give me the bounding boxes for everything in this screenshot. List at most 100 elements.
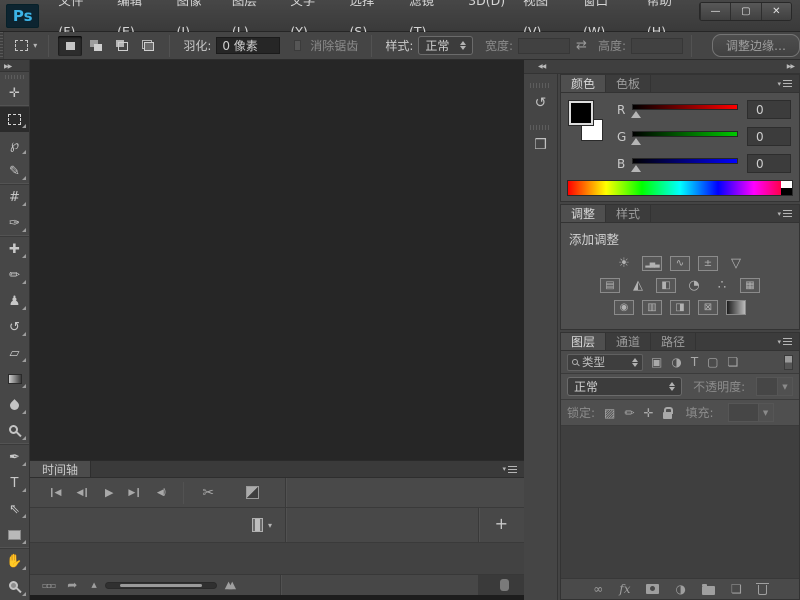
zoom-tool[interactable] [0,574,29,600]
panel-tab[interactable]: 颜色 [561,75,606,92]
audio[interactable]: ◀) [157,488,165,498]
type-tool[interactable]: T [0,470,29,496]
previous-frame[interactable]: ◀❙ [76,488,88,498]
width-input[interactable] [518,38,570,54]
pen-tool[interactable]: ✒ [0,444,29,470]
eyedropper-tool[interactable]: ✑ [0,210,29,236]
panel-menu-icon[interactable] [495,461,524,477]
brightness-contrast[interactable]: ☀ [614,256,634,271]
lock-position[interactable]: ✛ [643,406,653,420]
timeline-zoom-out-icon[interactable]: ▲ [91,581,96,589]
play[interactable]: ▶ [105,486,112,499]
fill-combo[interactable]: ▼ [728,403,774,422]
timeline-zoom-slider[interactable] [105,582,217,589]
timeline-track[interactable]: ▾ + [30,508,524,543]
style-select[interactable]: 正常 [418,36,473,55]
selective-color[interactable]: ⊠ [698,300,718,315]
track-media-select[interactable]: ▾ [252,518,272,532]
height-input[interactable] [631,38,683,54]
filter-pixel-layers[interactable]: ▣ [651,355,662,369]
channel-slider[interactable] [632,129,738,145]
slider-thumb-icon[interactable] [631,111,641,118]
opacity-combo[interactable]: ▼ [756,377,793,396]
swap-dimensions-icon[interactable]: ⇄ [576,38,587,53]
slider-thumb-icon[interactable] [631,165,641,172]
levels[interactable]: ▂▅▃ [642,256,662,271]
rectangular-marquee-tool[interactable] [0,106,29,132]
path-selection-tool[interactable]: ⇖ [0,496,29,522]
toolbar-grip[interactable] [5,75,24,79]
timeline-tab[interactable]: 时间轴 [30,461,91,477]
history-brush-tool[interactable]: ↺ [0,314,29,340]
timeline-scrollbar[interactable] [500,579,509,591]
panel-tab[interactable]: 样式 [606,205,651,222]
crop-tool[interactable]: # [0,184,29,210]
filter-shape-layers[interactable]: ▢ [707,355,718,369]
threshold[interactable]: ◨ [670,300,690,315]
panel-tab[interactable]: 图层 [561,333,606,350]
panel-menu-icon[interactable] [770,333,799,350]
panel-tab[interactable]: 调整 [561,205,606,222]
blur-tool[interactable] [0,392,29,418]
vibrance[interactable]: ▽ [726,256,746,271]
channel-mixer[interactable]: ∴ [712,278,732,293]
gradient-tool[interactable] [0,366,29,392]
hue-saturation[interactable]: ▤ [600,278,620,293]
color-balance[interactable]: ◭ [628,278,648,293]
panel-tab[interactable]: 色板 [606,75,651,92]
layers-list[interactable] [561,426,799,578]
zoom-slider-handle[interactable] [120,584,202,587]
lock-all[interactable] [663,412,672,419]
toolbar-collapse-button[interactable]: ▶▶ [0,60,29,72]
dodge-tool[interactable] [0,418,29,444]
split-at-playhead[interactable]: ✂ [202,485,214,501]
antialias-checkbox[interactable] [294,40,301,51]
options-bar-grip[interactable] [0,32,4,59]
feather-input[interactable] [216,37,280,54]
panel-tab[interactable]: 通道 [606,333,651,350]
timeline-zoom-in-icon[interactable]: ▲▲ [225,580,232,591]
filter-smart-objects[interactable]: ❏ [728,355,739,369]
layer-filter-select[interactable]: 类型 [567,354,643,371]
panel-grip[interactable] [530,125,551,130]
new-layer[interactable]: ❏ [731,582,742,596]
panel-tab[interactable]: 路径 [651,333,696,350]
canvas-area[interactable] [30,60,524,460]
delete-layer[interactable] [758,585,767,595]
timeline-track-empty[interactable] [30,543,524,575]
filter-type-layers[interactable]: T [691,355,698,369]
convert-to-frame-animation[interactable]: ▫▫▫ [42,581,55,590]
panel-menu-icon[interactable] [770,205,799,222]
curves[interactable]: ∿ [670,256,690,271]
transition[interactable] [246,486,259,499]
go-to-first-frame[interactable]: ❙◀ [48,488,60,498]
channel-slider[interactable] [632,102,738,118]
minimize-button[interactable]: — [700,3,730,20]
spot-healing-brush-tool[interactable]: ✚ [0,236,29,262]
expand-dock-icon[interactable]: ▶▶ [787,63,794,70]
blend-mode-select[interactable]: 正常 [567,377,682,396]
move-tool[interactable]: ✛ [0,80,29,106]
lock-transparent-pixels[interactable]: ▨ [604,406,615,420]
link-layers[interactable]: ∞ [593,582,603,596]
new-adjustment-layer[interactable]: ◑ [675,582,685,596]
subtract-from-selection[interactable] [110,36,134,56]
color-lookup[interactable]: ▦ [740,278,760,293]
posterize[interactable]: ▥ [642,300,662,315]
maximize-button[interactable]: ▢ [730,3,760,20]
render-video[interactable]: ➦ [67,578,77,592]
panel-grip[interactable] [530,83,551,88]
photo-filter[interactable]: ◔ [684,278,704,293]
history-panel[interactable]: ↺ [524,90,557,116]
close-button[interactable]: ✕ [761,3,791,20]
tool-preset-picker[interactable]: ▾ [12,38,40,53]
channel-value-field[interactable]: 0 [747,100,791,119]
new-selection[interactable] [58,36,82,56]
channel-slider[interactable] [632,156,738,172]
new-group[interactable] [702,586,715,595]
filter-toggle-switch[interactable] [784,355,793,370]
rectangle-tool[interactable] [0,522,29,548]
gradient-map[interactable] [726,300,746,315]
color-spectrum-ramp[interactable] [567,180,793,196]
add-media-button[interactable]: + [495,514,508,533]
